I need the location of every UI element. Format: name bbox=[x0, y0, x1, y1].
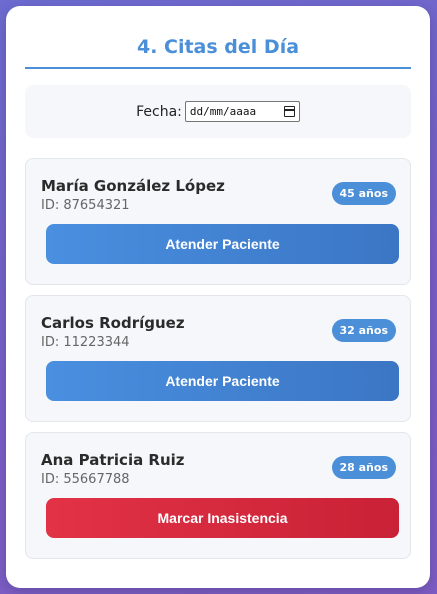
age-badge: 28 años bbox=[331, 456, 396, 479]
patient-card: Ana Patricia Ruiz ID: 55667788 28 años M… bbox=[25, 432, 411, 559]
patient-card: Carlos Rodríguez ID: 11223344 32 años At… bbox=[25, 295, 411, 422]
calendar-icon[interactable] bbox=[283, 106, 295, 117]
date-filter: Fecha: dd/mm/aaaa bbox=[25, 85, 411, 138]
appointments-card: 4. Citas del Día Fecha: dd/mm/aaaa María… bbox=[6, 6, 430, 588]
attend-patient-button[interactable]: Atender Paciente bbox=[46, 361, 399, 401]
patient-id: ID: 55667788 bbox=[41, 472, 130, 487]
title-divider bbox=[25, 67, 411, 69]
date-placeholder: dd/mm/aaaa bbox=[189, 105, 257, 118]
patient-id: ID: 11223344 bbox=[41, 335, 130, 350]
patient-name: María González López bbox=[41, 177, 225, 195]
patient-card: María González López ID: 87654321 45 año… bbox=[25, 158, 411, 285]
patient-name: Carlos Rodríguez bbox=[41, 314, 185, 332]
date-input[interactable]: dd/mm/aaaa bbox=[184, 101, 300, 122]
patient-id: ID: 87654321 bbox=[41, 198, 130, 213]
attend-patient-button[interactable]: Atender Paciente bbox=[46, 224, 399, 264]
age-badge: 45 años bbox=[331, 182, 396, 205]
age-badge: 32 años bbox=[331, 319, 396, 342]
date-label: Fecha: bbox=[136, 103, 182, 120]
mark-absence-button[interactable]: Marcar Inasistencia bbox=[46, 498, 399, 538]
page-title: 4. Citas del Día bbox=[136, 36, 300, 58]
patient-name: Ana Patricia Ruiz bbox=[41, 451, 185, 469]
